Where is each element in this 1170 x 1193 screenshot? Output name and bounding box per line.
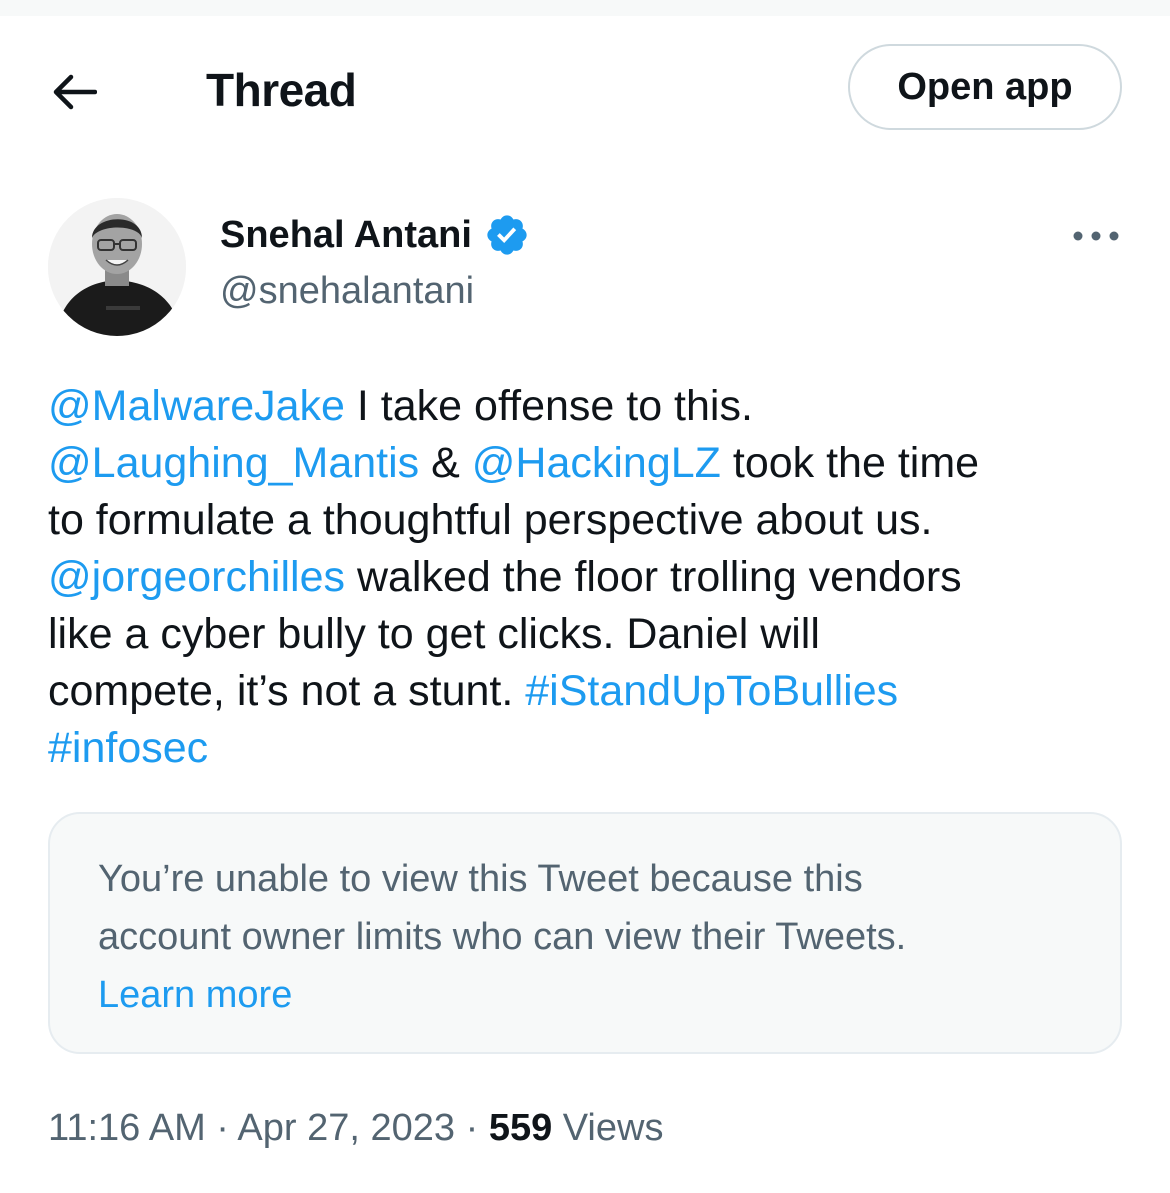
author-name-text[interactable]: Snehal Antani bbox=[220, 212, 472, 258]
open-app-button[interactable]: Open app bbox=[848, 44, 1122, 130]
mention-link[interactable]: @MalwareJake bbox=[48, 382, 345, 430]
hashtag-link[interactable]: #infosec bbox=[48, 724, 208, 772]
page-title: Thread bbox=[206, 64, 357, 116]
meta-separator: · bbox=[205, 1107, 238, 1149]
notice-line-2: account owner limits who can view their … bbox=[98, 916, 907, 958]
tweet-meta: 11:16 AM · Apr 27, 2023 · 559 Views bbox=[48, 1100, 663, 1156]
tweet-text-segment: & bbox=[419, 439, 472, 487]
tweet-line: like a cyber bully to get clicks. Daniel… bbox=[48, 606, 1128, 663]
tweet-text-segment: I take offense to this. bbox=[344, 382, 753, 430]
hashtag-link[interactable]: #iStandUpToBullies bbox=[525, 667, 898, 715]
more-button[interactable] bbox=[1068, 212, 1124, 260]
tweet-time[interactable]: 11:16 AM bbox=[48, 1107, 206, 1149]
mention-link[interactable]: @Laughing_Mantis bbox=[48, 439, 419, 487]
tweet-line: @jorgeorchilles walked the floor trollin… bbox=[48, 549, 1128, 606]
tweet-text-segment: to formulate a thoughtful perspective ab… bbox=[48, 496, 933, 544]
views-label: Views bbox=[552, 1107, 664, 1149]
author-handle[interactable]: @snehalantani bbox=[220, 268, 474, 314]
verified-badge-icon bbox=[487, 215, 527, 255]
tweet-text-segment: walked the floor trolling vendors bbox=[345, 553, 962, 601]
tweet-text-segment: compete, it’s not a stunt. bbox=[48, 667, 526, 715]
notice-text: You’re unable to view this Tweet because… bbox=[98, 850, 1078, 1024]
avatar[interactable] bbox=[48, 198, 186, 336]
notice-line-1: You’re unable to view this Tweet because… bbox=[98, 858, 863, 900]
tweet-line: @MalwareJake I take offense to this. bbox=[48, 378, 1128, 435]
mention-link[interactable]: @HackingLZ bbox=[472, 439, 721, 487]
back-button[interactable] bbox=[42, 60, 106, 124]
thread-header: Thread Open app bbox=[0, 16, 1170, 166]
arrow-left-icon bbox=[53, 74, 97, 110]
meta-separator: · bbox=[455, 1107, 489, 1149]
learn-more-link[interactable]: Learn more bbox=[98, 966, 1078, 1024]
more-horizontal-icon bbox=[1073, 231, 1119, 241]
tweet-text-segment: like a cyber bully to get clicks. Daniel… bbox=[48, 610, 820, 658]
tweet-line: to formulate a thoughtful perspective ab… bbox=[48, 492, 1128, 549]
unavailable-tweet-notice: You’re unable to view this Tweet because… bbox=[48, 812, 1122, 1054]
tweet-line: #infosec bbox=[48, 720, 1128, 777]
tweet-text: @MalwareJake I take offense to this. @Lau… bbox=[48, 378, 1128, 777]
tweet-date[interactable]: Apr 27, 2023 bbox=[237, 1107, 455, 1149]
tweet-text-segment: took the time bbox=[720, 439, 980, 487]
mention-link[interactable]: @jorgeorchilles bbox=[48, 553, 345, 601]
views-count: 559 bbox=[488, 1107, 553, 1149]
author-name[interactable]: Snehal Antani bbox=[220, 212, 530, 258]
tweet-line: @Laughing_Mantis & @HackingLZ took the t… bbox=[48, 435, 1128, 492]
tweet-line: compete, it’s not a stunt. #iStandUpToBu… bbox=[48, 663, 1128, 720]
avatar-photo bbox=[48, 198, 186, 336]
top-status-band bbox=[0, 0, 1170, 16]
